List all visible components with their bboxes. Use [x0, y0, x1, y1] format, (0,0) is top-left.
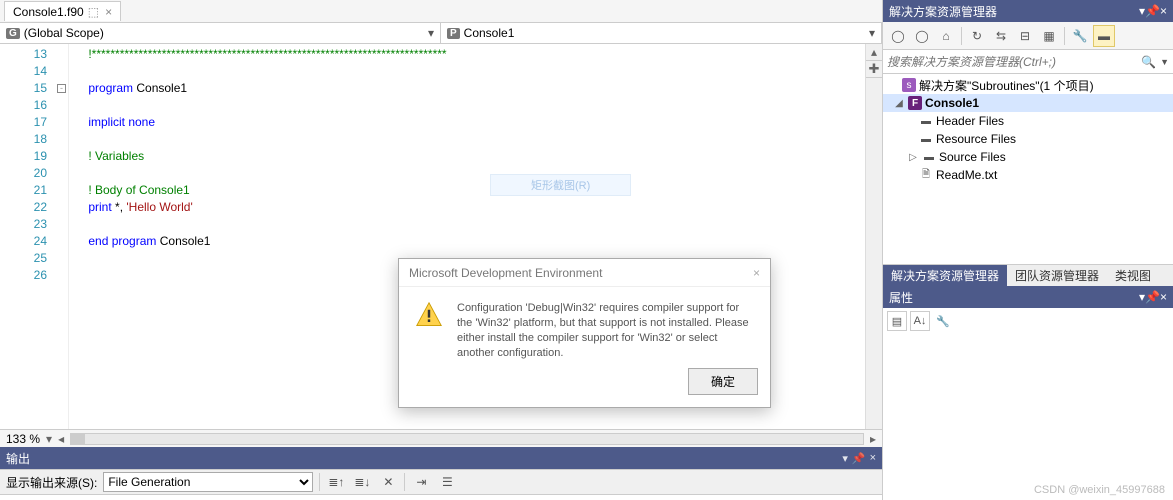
explorer-title: 解决方案资源管理器: [889, 3, 1139, 20]
scope-member[interactable]: P Console1 ▾: [441, 23, 882, 43]
explorer-search[interactable]: 🔍 ▼: [883, 50, 1173, 74]
explorer-tab-strip: 解决方案资源管理器 团队资源管理器 类视图: [883, 264, 1173, 286]
chevron-down-icon[interactable]: ▾: [46, 432, 52, 446]
output-toolbar: 显示输出来源(S): File Generation ≣↑ ≣↓ ✕ ⇥ ☰: [0, 469, 882, 495]
close-icon[interactable]: ×: [753, 266, 760, 280]
back-icon[interactable]: ◯: [887, 25, 909, 47]
snip-hint: 矩形截图(R): [490, 174, 631, 196]
properties-title: 属性: [889, 289, 1139, 306]
pin-icon[interactable]: 📌: [1145, 4, 1160, 18]
editor-tab-bar: Console1.f90 ⬚ ×: [0, 0, 882, 22]
tree-label: 解决方案"Subroutines"(1 个项目): [919, 77, 1094, 94]
tree-solution[interactable]: s 解决方案"Subroutines"(1 个项目): [883, 76, 1173, 94]
fold-column[interactable]: -: [55, 44, 69, 429]
search-icon[interactable]: 🔍: [1141, 55, 1156, 69]
explorer-toolbar: ◯ ◯ ⌂ ↻ ⇆ ⊟ ▦ 🔧 ▬: [883, 22, 1173, 50]
watermark: CSDN @weixin_45997688: [1034, 484, 1165, 496]
tree-label: Resource Files: [936, 132, 1016, 146]
scope-bar: G (Global Scope) ▾ P Console1 ▾: [0, 22, 882, 44]
scope-label: Console1: [464, 26, 515, 40]
pin-icon[interactable]: ⬚: [88, 5, 99, 19]
collapse-icon[interactable]: ⊟: [1014, 25, 1036, 47]
output-source-label: 显示输出来源(S):: [6, 474, 97, 491]
scope-badge: P: [447, 28, 460, 39]
properties-icon[interactable]: 🔧: [1069, 25, 1091, 47]
toggle-output-icon[interactable]: ☰: [437, 472, 457, 492]
project-icon: F: [908, 96, 922, 110]
dropdown-icon[interactable]: ▾: [842, 452, 848, 465]
file-icon: 🗎: [919, 168, 933, 182]
expand-icon[interactable]: ✚: [866, 61, 882, 78]
tree-project[interactable]: ◢ F Console1: [883, 94, 1173, 112]
solution-tree[interactable]: s 解决方案"Subroutines"(1 个项目) ◢ F Console1 …: [883, 74, 1173, 264]
categorized-icon[interactable]: ▤: [887, 311, 907, 331]
split-icon[interactable]: ▴: [866, 44, 882, 61]
close-icon[interactable]: ×: [105, 5, 112, 19]
tree-folder[interactable]: ▷ ▬ Source Files: [883, 148, 1173, 166]
close-icon[interactable]: ×: [870, 452, 876, 464]
error-dialog: Microsoft Development Environment × Conf…: [398, 258, 771, 408]
alphabetical-icon[interactable]: A↓: [910, 311, 930, 331]
horizontal-scrollbar[interactable]: [70, 433, 864, 445]
editor-tab[interactable]: Console1.f90 ⬚ ×: [4, 1, 121, 21]
expand-icon[interactable]: ▷: [907, 152, 919, 163]
close-icon[interactable]: ×: [1160, 290, 1167, 304]
tree-label: Console1: [925, 96, 979, 110]
dialog-titlebar[interactable]: Microsoft Development Environment ×: [399, 259, 770, 287]
vertical-scrollbar[interactable]: ▴ ✚: [865, 44, 882, 429]
output-header: 输出 ▾ 📌 ×: [0, 447, 882, 469]
tree-label: ReadMe.txt: [936, 168, 997, 182]
folder-icon: ▬: [922, 150, 936, 164]
scroll-right-icon[interactable]: ▸: [870, 432, 876, 446]
output-body[interactable]: [0, 495, 882, 500]
forward-icon[interactable]: ◯: [911, 25, 933, 47]
sync-icon[interactable]: ⇆: [990, 25, 1012, 47]
show-all-icon[interactable]: ▦: [1038, 25, 1060, 47]
goto-next-icon[interactable]: ≣↓: [352, 472, 372, 492]
output-source-select[interactable]: File Generation: [103, 472, 313, 492]
explorer-search-input[interactable]: [887, 55, 1137, 69]
tree-label: Header Files: [936, 114, 1004, 128]
toggle-wrap-icon[interactable]: ⇥: [411, 472, 431, 492]
chevron-down-icon[interactable]: ▾: [428, 26, 434, 40]
tree-folder[interactable]: ▬ Resource Files: [883, 130, 1173, 148]
scope-label: (Global Scope): [24, 26, 104, 40]
preview-icon[interactable]: ▬: [1093, 25, 1115, 47]
solution-icon: s: [902, 78, 916, 92]
ok-button[interactable]: 确定: [688, 368, 758, 395]
tree-file[interactable]: 🗎 ReadMe.txt: [883, 166, 1173, 184]
tab-team-explorer[interactable]: 团队资源管理器: [1007, 265, 1107, 286]
pin-icon[interactable]: 📌: [1145, 290, 1160, 304]
tab-label: Console1.f90: [13, 5, 84, 19]
tab-class-view[interactable]: 类视图: [1107, 265, 1159, 286]
chevron-down-icon[interactable]: ▾: [869, 26, 875, 40]
folder-icon: ▬: [919, 132, 933, 146]
expand-icon[interactable]: ◢: [893, 98, 905, 109]
warning-icon: [415, 301, 443, 329]
scope-global[interactable]: G (Global Scope) ▾: [0, 23, 441, 43]
tab-solution-explorer[interactable]: 解决方案资源管理器: [883, 265, 1007, 286]
chevron-down-icon[interactable]: ▼: [1160, 57, 1169, 67]
scroll-left-icon[interactable]: ◂: [58, 432, 64, 446]
tree-folder[interactable]: ▬ Header Files: [883, 112, 1173, 130]
clear-icon[interactable]: ✕: [378, 472, 398, 492]
scope-badge: G: [6, 28, 20, 39]
home-icon[interactable]: ⌂: [935, 25, 957, 47]
close-icon[interactable]: ×: [1160, 4, 1167, 18]
dialog-title: Microsoft Development Environment: [409, 266, 602, 280]
tree-label: Source Files: [939, 150, 1006, 164]
properties-header: 属性 ▾ 📌 ×: [883, 286, 1173, 308]
explorer-header: 解决方案资源管理器 ▾ 📌 ×: [883, 0, 1173, 22]
zoom-level[interactable]: 133 %: [6, 432, 40, 446]
folder-icon: ▬: [919, 114, 933, 128]
pin-icon[interactable]: 📌: [852, 452, 866, 465]
goto-prev-icon[interactable]: ≣↑: [326, 472, 346, 492]
refresh-icon[interactable]: ↻: [966, 25, 988, 47]
editor-footer: 133 % ▾ ◂ ▸: [0, 429, 882, 447]
property-pages-icon[interactable]: 🔧: [933, 311, 953, 331]
properties-body: ▤ A↓ 🔧: [883, 308, 1173, 500]
dialog-message: Configuration 'Debug|Win32' requires com…: [457, 301, 754, 360]
line-gutter: 1314151617181920212223242526: [0, 44, 55, 429]
output-title: 输出: [6, 450, 838, 467]
